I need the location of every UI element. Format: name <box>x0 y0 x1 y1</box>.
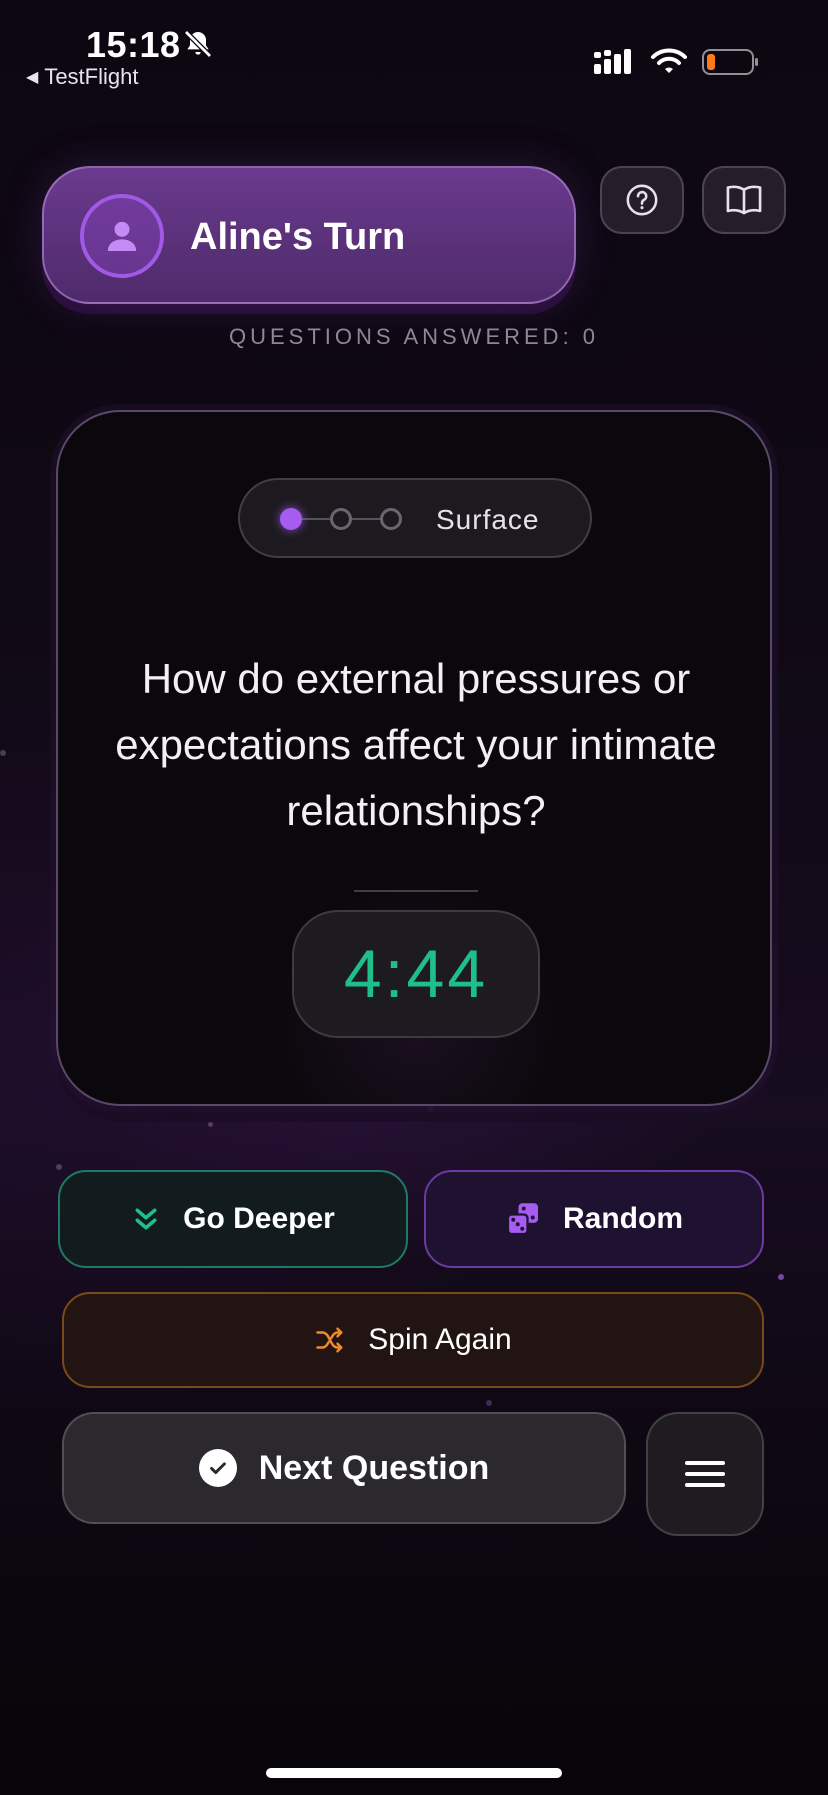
decor-dot <box>428 1106 434 1112</box>
decor-dot <box>778 1274 784 1280</box>
user-icon <box>107 221 137 251</box>
battery-icon <box>702 49 758 75</box>
depth-indicator: Surface <box>238 478 592 558</box>
back-arrow-icon: ◀ <box>26 69 39 86</box>
questions-answered-counter: QUESTIONS ANSWERED: 0 <box>228 324 600 349</box>
decor-dot <box>208 1122 213 1127</box>
shuffle-icon <box>316 1327 343 1353</box>
go-deeper-label: Go Deeper <box>183 1202 335 1235</box>
decor-dot <box>56 1164 62 1170</box>
random-button[interactable]: Random <box>424 1170 764 1268</box>
go-deeper-button[interactable]: Go Deeper <box>58 1170 408 1268</box>
home-indicator[interactable] <box>266 1768 562 1778</box>
bell-slash-icon <box>184 30 212 58</box>
next-question-button[interactable]: Next Question <box>62 1412 626 1524</box>
back-link-label: TestFlight <box>44 64 139 89</box>
double-chevron-down-icon <box>135 1208 157 1230</box>
decor-dot <box>486 1400 492 1406</box>
player-turn-label: Aline's Turn <box>190 216 406 258</box>
depth-dot-3 <box>380 508 402 530</box>
timer-value: 4:44 <box>343 936 489 1012</box>
depth-dot-2 <box>330 508 352 530</box>
question-circle-icon <box>626 184 658 216</box>
spin-again-label: Spin Again <box>368 1323 512 1356</box>
player-avatar <box>80 194 164 278</box>
screen: 15:18 ◀ TestFlight Aline's Turn QUESTION… <box>0 0 828 1795</box>
signal-icon <box>594 49 631 74</box>
countdown-timer: 4:44 <box>292 910 540 1038</box>
wifi-icon <box>651 48 687 73</box>
current-player-banner: Aline's Turn <box>42 166 576 304</box>
decor-dot <box>0 750 6 756</box>
rules-book-button[interactable] <box>702 166 786 234</box>
card-divider <box>354 890 478 892</box>
menu-button[interactable] <box>646 1412 764 1536</box>
status-time: 15:18 <box>86 24 181 65</box>
next-question-label: Next Question <box>258 1448 490 1487</box>
open-book-icon <box>726 185 762 215</box>
hamburger-menu-icon <box>685 1461 725 1487</box>
random-label: Random <box>563 1202 683 1235</box>
spin-again-button[interactable]: Spin Again <box>62 1292 764 1388</box>
back-to-testflight-link[interactable]: ◀ TestFlight <box>26 64 138 90</box>
help-button[interactable] <box>600 166 684 234</box>
checkmark-circle-icon <box>198 1449 237 1487</box>
dice-icon <box>506 1203 538 1236</box>
depth-dot-1 <box>280 508 302 530</box>
question-text: How do external pressures or expectation… <box>115 655 717 834</box>
depth-label: Surface <box>436 504 540 535</box>
question-card: Surface How do external pressures or exp… <box>56 410 772 1106</box>
